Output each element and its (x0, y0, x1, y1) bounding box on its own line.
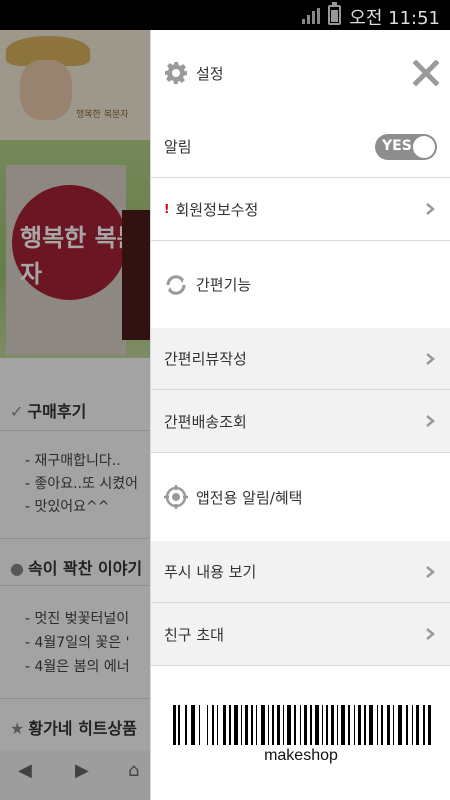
chevron-right-icon (426, 203, 435, 215)
notification-row: 알림 YES (151, 116, 450, 177)
section-header-app-notice: 앱전용 알림/혜택 (151, 453, 450, 541)
story-line: - 4월7일의 꽃은 ' (25, 635, 130, 651)
chevron-right-icon (426, 352, 435, 365)
section-title-hits: ★ 황가네 히트상품 (10, 719, 137, 738)
check-icon: ✓ (10, 402, 24, 421)
chevron-right-icon (426, 415, 435, 427)
product-image: 행복한 복분자 (0, 140, 150, 358)
status-bar: 오전 11:51 (0, 0, 450, 30)
notification-label: 알림 (164, 138, 192, 156)
side-drawer: 설정 알림 YES ! 회원정보수정 간편기능 간편리뷰작성 간편배송조회 앱전… (150, 30, 450, 800)
review-line: - 좋아요..또 시켰어 (25, 476, 139, 492)
menu-item-quick-delivery[interactable]: 간편배송조회 (151, 390, 450, 452)
section-title-reviews: ✓ 구매후기 (10, 402, 87, 421)
banner-image: 행복한 복분자 (0, 30, 150, 140)
clock: 오전 11:51 (349, 8, 440, 29)
story-line: - 4월은 봄의 에너 (25, 659, 130, 675)
chevron-right-icon (426, 628, 435, 640)
menu-item-invite-friend[interactable]: 친구 초대 (151, 603, 450, 665)
menu-item-push-view[interactable]: 푸시 내용 보기 (151, 541, 450, 602)
settings-title: 설정 (196, 64, 224, 83)
banner-brand: 행복한 복분자 (76, 110, 129, 120)
menu-item-quick-review[interactable]: 간편리뷰작성 (151, 328, 450, 389)
quick-features-label: 간편기능 (196, 276, 252, 294)
exclamation-icon: ! (164, 202, 170, 216)
section-header-quick-features: 간편기능 (151, 241, 450, 328)
bottom-nav: ◀ ▶ ⌂ (0, 750, 150, 800)
review-line: - 재구매합니다.. (25, 453, 121, 469)
crosshair-icon (164, 485, 188, 509)
drawer-header: 설정 (151, 30, 450, 116)
back-arrow-icon[interactable]: ◀ (18, 760, 32, 781)
background-page: 행복한 복분자 행복한 복분자 ✓ 구매후기 - 재구매합니다.. - 좋아요..… (0, 30, 150, 800)
dot-icon: ● (10, 559, 24, 578)
quick-delivery-label: 간편배송조회 (164, 412, 247, 431)
push-view-label: 푸시 내용 보기 (164, 563, 257, 581)
star-icon: ★ (10, 719, 25, 738)
member-edit-label: 회원정보수정 (175, 200, 259, 219)
story-line: - 멋진 벚꽃터널이 (25, 611, 130, 627)
review-line: - 맛있어요^^ (25, 499, 110, 515)
gear-icon (165, 62, 187, 84)
refresh-icon (166, 274, 186, 295)
forward-arrow-icon[interactable]: ▶ (75, 760, 89, 781)
signal-icon (302, 8, 322, 24)
battery-icon (328, 2, 341, 25)
chevron-right-icon (426, 565, 435, 578)
notification-toggle[interactable]: YES (375, 133, 437, 160)
section-title-stories: ● 속이 꽉찬 이야기 (10, 559, 143, 578)
quick-review-label: 간편리뷰작성 (164, 350, 247, 368)
barcode-image (173, 705, 431, 745)
barcode-label: makeshop (264, 747, 338, 764)
menu-item-member-edit[interactable]: ! 회원정보수정 (151, 178, 450, 240)
invite-friend-label: 친구 초대 (164, 625, 224, 644)
app-notice-label: 앱전용 알림/혜택 (196, 488, 303, 507)
home-icon[interactable]: ⌂ (128, 760, 139, 781)
close-icon[interactable] (413, 60, 439, 86)
